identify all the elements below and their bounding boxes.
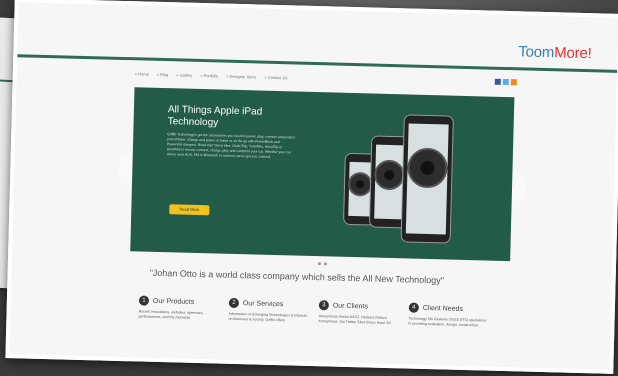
column-title[interactable]: Client Needs xyxy=(423,304,463,312)
hero-banner: All Things Apple iPad Technology Griffin… xyxy=(130,87,515,262)
column-client-needs: 4 Client Needs Technology Ols Reviews (TG… xyxy=(408,302,499,329)
banner-title: All Things Apple iPad Technology xyxy=(167,104,263,129)
column-text: Recent innovations, websites, speeches, … xyxy=(138,309,204,320)
twitter-icon[interactable] xyxy=(502,78,509,86)
number-badge: 3 xyxy=(318,300,330,311)
number-badge: 1 xyxy=(138,295,150,306)
number-badge: 2 xyxy=(228,297,240,309)
column-our-clients: 3 Our Clients Anonymous Hacks NATO, Hacke… xyxy=(318,300,409,326)
nav-blog[interactable]: » Blog xyxy=(157,71,168,76)
slider-dots[interactable] xyxy=(317,262,328,266)
column-text: Technology Ols Reviews (TGO) (ITS) speci… xyxy=(408,316,487,328)
column-title[interactable]: Our Products xyxy=(153,297,194,305)
column-our-services: 2 Our Services Information on Emerging Te… xyxy=(228,297,319,324)
main-nav: » Home » Blog » Gallery » Portfolio » De… xyxy=(135,67,515,89)
rss-icon[interactable] xyxy=(510,79,517,86)
nav-contact-us[interactable]: » Contact Us xyxy=(264,74,287,80)
column-text: Information on Emerging Technologies & I… xyxy=(228,311,307,323)
site-logo[interactable]: ToomMore! xyxy=(518,43,592,62)
read-more-button[interactable]: Read More xyxy=(169,204,210,216)
column-text: Anonymous Hacks NATO, Hackers Deface Ano… xyxy=(318,314,391,326)
nav-home[interactable]: » Home xyxy=(135,71,149,76)
column-our-products: 1 Our Products Recent innovations, websit… xyxy=(138,295,229,321)
nav-portfolio[interactable]: » Portfolio xyxy=(200,72,218,77)
column-title[interactable]: Our Clients xyxy=(333,302,368,310)
website-printout: ToomMore! » Home » Blog » Gallery » Port… xyxy=(5,0,618,374)
social-links xyxy=(494,78,517,86)
nav-gallery[interactable]: » Gallery xyxy=(176,72,192,77)
facebook-icon[interactable] xyxy=(494,78,501,85)
tagline-quote: "Johan Otto is a world class company whi… xyxy=(149,267,445,286)
phone-image-large xyxy=(400,114,454,244)
number-badge: 4 xyxy=(408,302,419,313)
column-title[interactable]: Our Services xyxy=(243,300,284,308)
banner-body: Griffin Technology's got the accessories… xyxy=(166,132,296,159)
nav-designer-items[interactable]: » Designer Items xyxy=(226,73,256,79)
